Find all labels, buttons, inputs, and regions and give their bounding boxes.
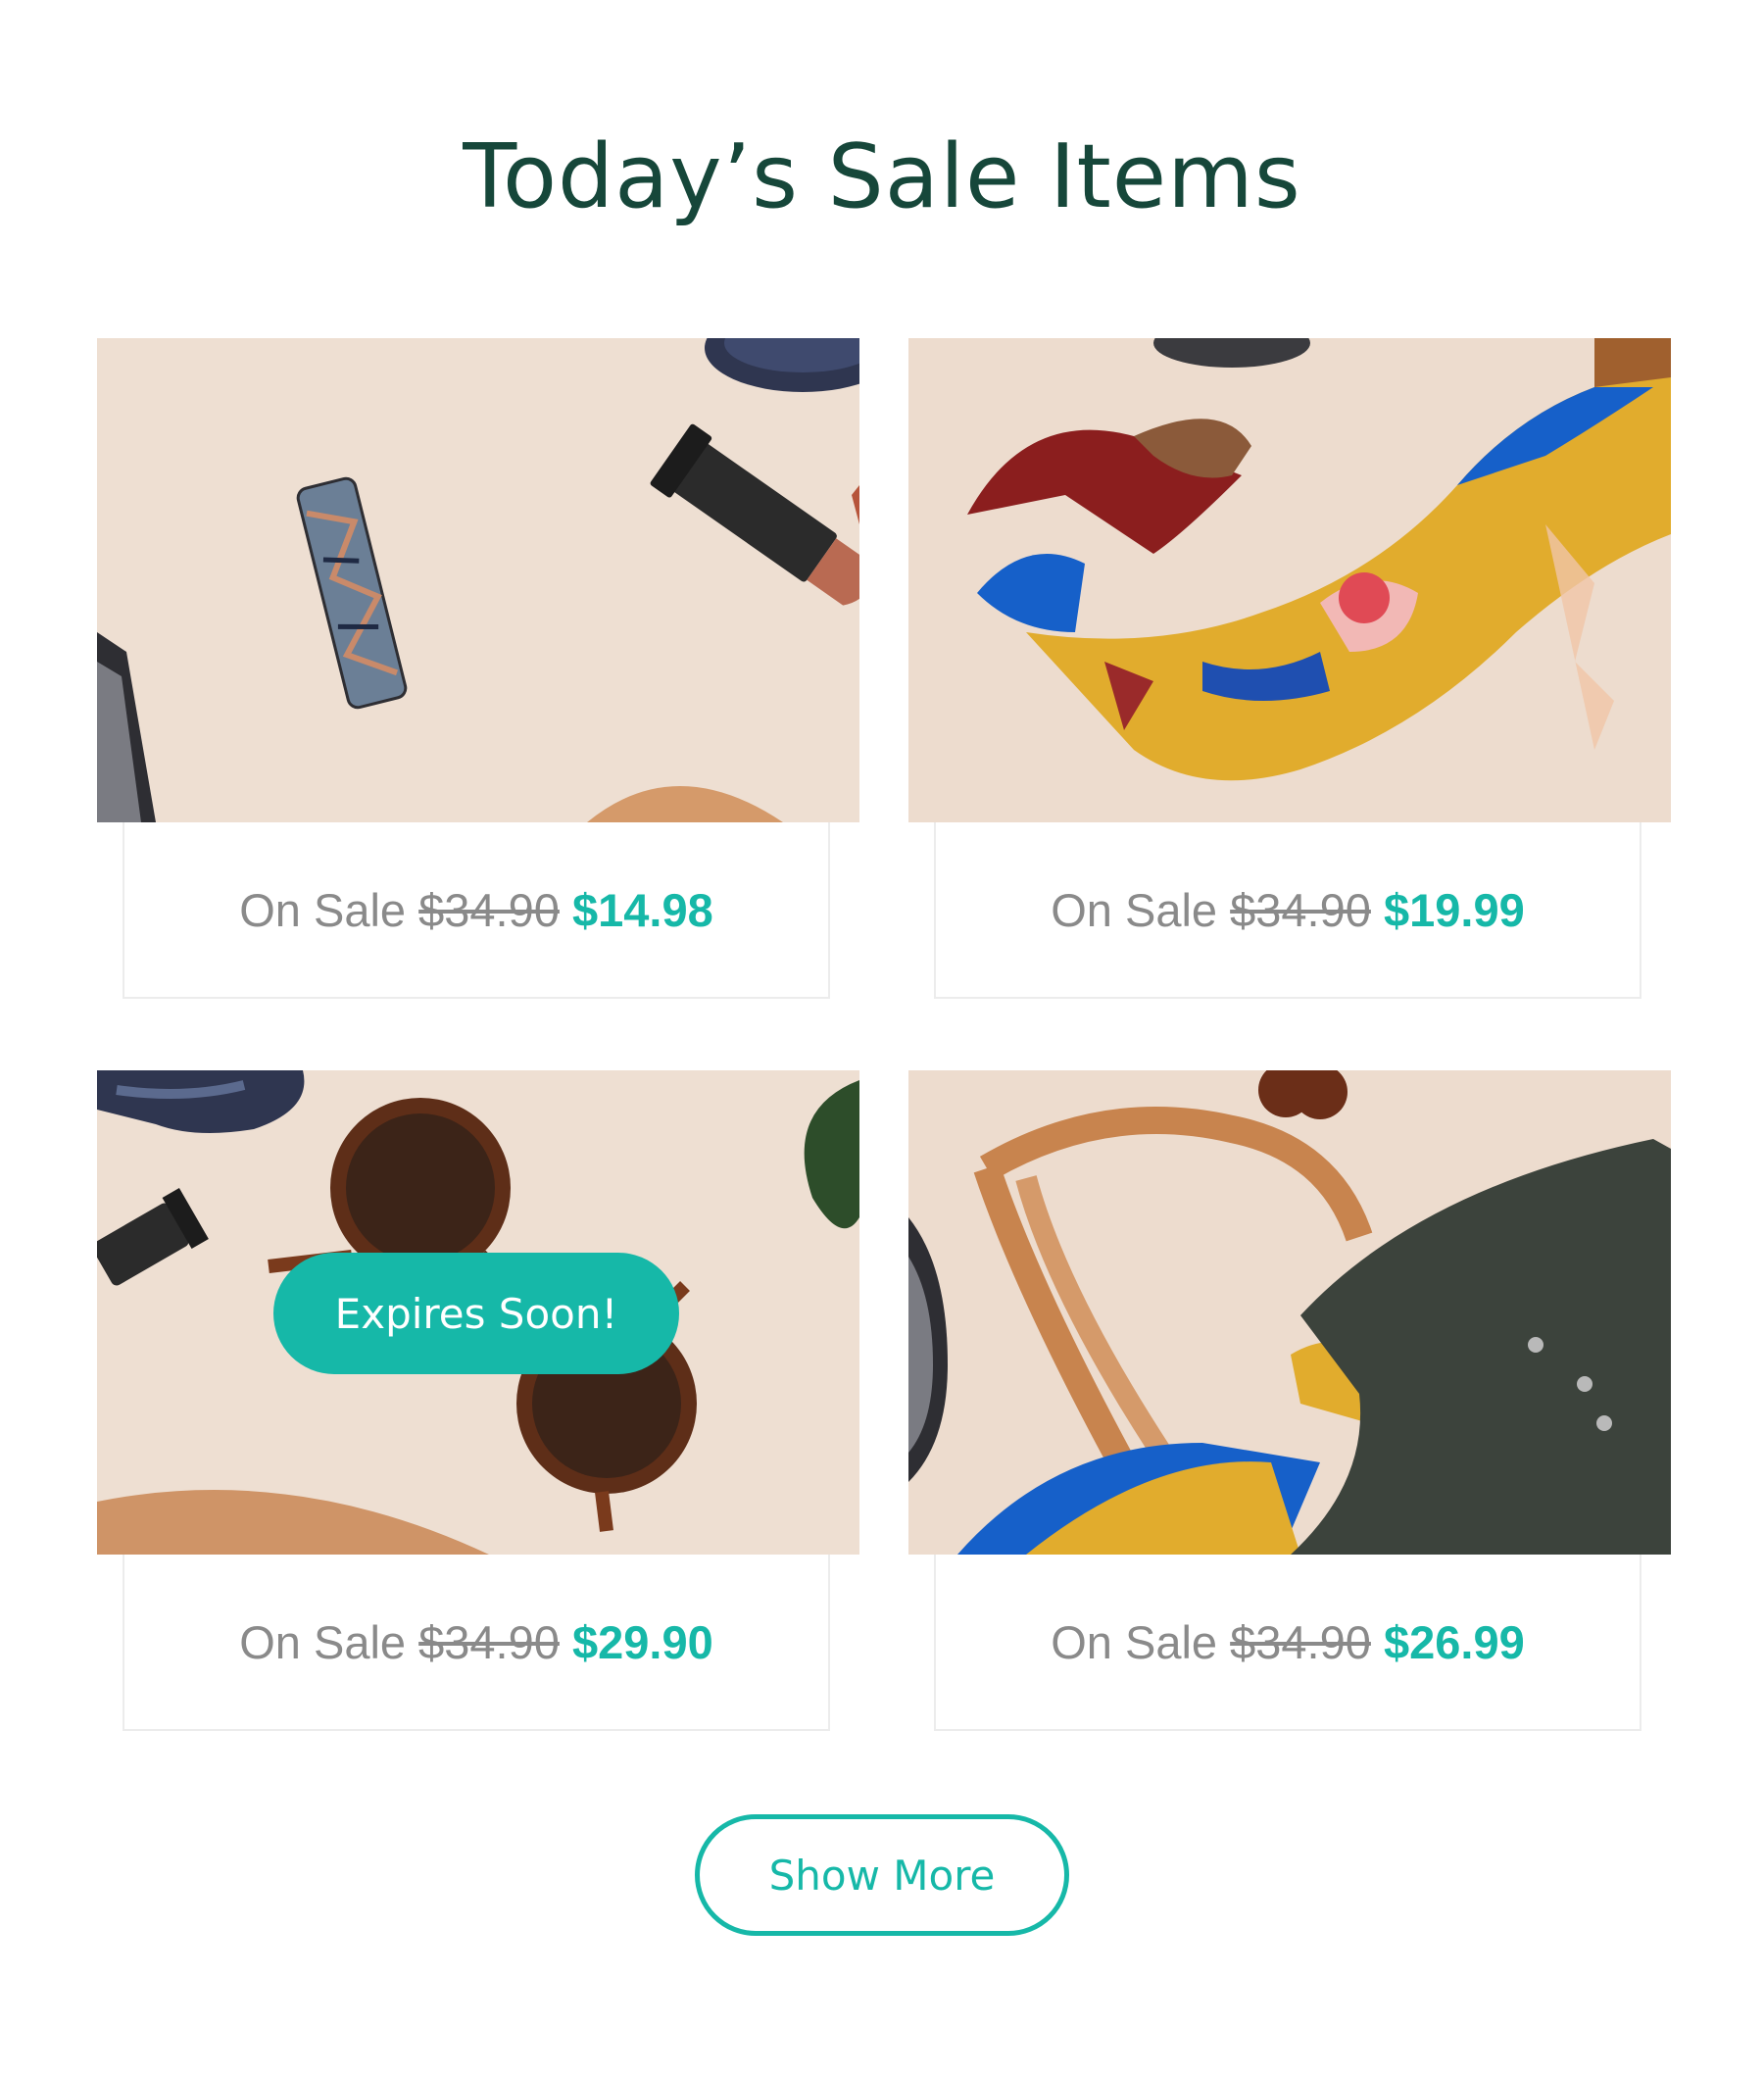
- sale-price: $29.90: [571, 1615, 713, 1668]
- product-card[interactable]: On Sale $34.90 $19.99: [908, 338, 1671, 999]
- product-card[interactable]: On Sale $34.90 $14.98: [97, 338, 859, 999]
- product-card[interactable]: Expires Soon! On Sale $34.90 $29.90: [97, 1070, 859, 1731]
- sale-label: On Sale: [239, 883, 407, 936]
- product-card[interactable]: On Sale $34.90 $26.99: [908, 1070, 1671, 1731]
- price-line: On Sale $34.90 $29.90: [122, 1555, 830, 1731]
- sale-price: $19.99: [1383, 883, 1525, 936]
- expires-soon-badge: Expires Soon!: [273, 1253, 679, 1374]
- product-image[interactable]: [908, 1070, 1671, 1555]
- product-image[interactable]: [908, 338, 1671, 822]
- sale-price: $14.98: [571, 883, 713, 936]
- page-title: Today’s Sale Items: [463, 125, 1301, 228]
- price-line: On Sale $34.90 $19.99: [934, 822, 1642, 999]
- original-price: $34.90: [418, 1615, 560, 1668]
- sale-label: On Sale: [1051, 883, 1218, 936]
- sale-label: On Sale: [239, 1615, 407, 1668]
- sale-price: $26.99: [1383, 1615, 1525, 1668]
- sale-label: On Sale: [1051, 1615, 1218, 1668]
- show-more-button[interactable]: Show More: [695, 1814, 1069, 1936]
- price-line: On Sale $34.90 $14.98: [122, 822, 830, 999]
- original-price: $34.90: [1230, 883, 1371, 936]
- product-image[interactable]: [97, 338, 859, 822]
- price-line: On Sale $34.90 $26.99: [934, 1555, 1642, 1731]
- original-price: $34.90: [1230, 1615, 1371, 1668]
- original-price: $34.90: [418, 883, 560, 936]
- product-image[interactable]: Expires Soon!: [97, 1070, 859, 1555]
